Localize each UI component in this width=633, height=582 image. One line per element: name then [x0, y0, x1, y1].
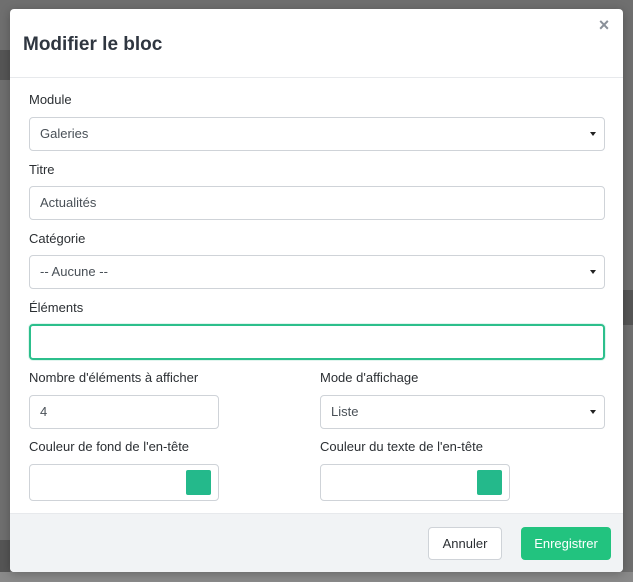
- display-mode-select[interactable]: Liste: [320, 395, 605, 429]
- module-select-value: Galeries: [40, 126, 89, 141]
- item-count-label: Nombre d'éléments à afficher: [29, 370, 199, 385]
- display-mode-label: Mode d'affichage: [320, 370, 419, 385]
- close-icon[interactable]: ×: [595, 15, 613, 35]
- background-page: [623, 290, 633, 325]
- modal-header: Modifier le bloc ×: [10, 9, 623, 78]
- background-page: [0, 572, 633, 582]
- item-count-input[interactable]: 4: [29, 395, 219, 429]
- category-select[interactable]: -- Aucune --: [29, 255, 605, 289]
- title-label: Titre: [29, 162, 55, 177]
- caret-down-icon: [590, 410, 596, 414]
- save-button[interactable]: Enregistrer: [521, 527, 611, 560]
- header-text-color-picker[interactable]: [320, 464, 510, 501]
- background-page: [0, 50, 10, 80]
- module-select[interactable]: Galeries: [29, 117, 605, 151]
- modal-title: Modifier le bloc: [23, 34, 163, 55]
- color-swatch[interactable]: [477, 470, 502, 495]
- cancel-button[interactable]: Annuler: [428, 527, 502, 560]
- module-label: Module: [29, 92, 72, 107]
- elements-label: Éléments: [29, 300, 84, 315]
- edit-block-modal: Modifier le bloc × Module Galeries Titre…: [10, 9, 623, 572]
- display-mode-value: Liste: [331, 404, 359, 419]
- category-select-value: -- Aucune --: [40, 264, 108, 279]
- caret-down-icon: [590, 132, 596, 136]
- header-text-color-label: Couleur du texte de l'en-tête: [320, 439, 483, 454]
- elements-input[interactable]: [29, 324, 605, 360]
- title-input[interactable]: Actualités: [29, 186, 605, 220]
- category-label: Catégorie: [29, 231, 86, 246]
- modal-footer: Annuler Enregistrer: [10, 513, 623, 572]
- title-input-value: Actualités: [40, 195, 97, 210]
- header-bg-color-label: Couleur de fond de l'en-tête: [29, 439, 190, 454]
- color-swatch[interactable]: [186, 470, 211, 495]
- item-count-value: 4: [40, 404, 48, 419]
- header-bg-color-picker[interactable]: [29, 464, 219, 501]
- caret-down-icon: [590, 270, 596, 274]
